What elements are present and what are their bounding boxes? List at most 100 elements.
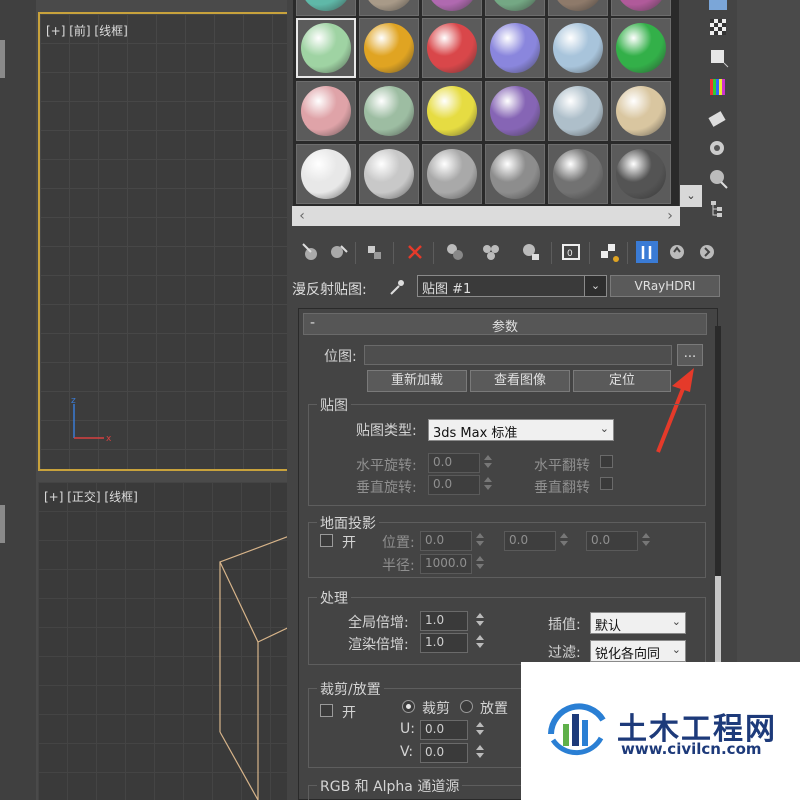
position-z-spinner[interactable]	[640, 531, 652, 551]
material-slot[interactable]	[548, 81, 608, 141]
bitmap-path-field[interactable]	[364, 345, 672, 365]
put-to-library-icon[interactable]	[519, 240, 543, 264]
h-rotate-spinner[interactable]	[482, 453, 494, 473]
background-checker-icon[interactable]	[707, 16, 729, 38]
material-sphere	[364, 149, 414, 199]
material-slot[interactable]	[422, 18, 482, 78]
toolbar-separator	[433, 242, 434, 264]
h-rotate-field[interactable]: 0.0	[428, 453, 480, 473]
material-slot[interactable]	[548, 144, 608, 204]
ortho-viewport[interactable]: [+] [正交] [线框]	[38, 482, 300, 800]
chevron-down-icon: ⌄	[599, 422, 609, 435]
material-sphere	[427, 86, 477, 136]
material-slot[interactable]	[359, 144, 419, 204]
svg-text:0: 0	[567, 249, 573, 259]
show-map-in-viewport-icon[interactable]	[597, 240, 621, 264]
v-flip-checkbox[interactable]	[600, 477, 613, 490]
material-slot[interactable]	[611, 144, 671, 204]
watermark-url: www.civilcn.com	[621, 740, 762, 758]
material-slot[interactable]	[548, 18, 608, 78]
position-z-field[interactable]: 0.0	[586, 531, 638, 551]
browse-bitmap-button[interactable]: ...	[677, 344, 703, 366]
material-slot[interactable]	[296, 144, 356, 204]
material-slot[interactable]	[485, 144, 545, 204]
go-to-parent-icon[interactable]	[665, 240, 689, 264]
global-mult-field[interactable]: 1.0	[420, 611, 468, 631]
ortho-viewport-label[interactable]: [+] [正交] [线框]	[44, 488, 138, 505]
render-mult-spinner[interactable]	[474, 633, 486, 653]
reload-button[interactable]: 重新加载	[367, 370, 467, 392]
view-image-button[interactable]: 查看图像	[470, 370, 570, 392]
position-x-spinner[interactable]	[474, 531, 486, 551]
u-spinner[interactable]	[474, 720, 486, 740]
material-slot[interactable]	[359, 81, 419, 141]
h-flip-checkbox[interactable]	[600, 455, 613, 468]
filter-select[interactable]: 锐化各向同 ⌄	[590, 640, 686, 662]
material-slot[interactable]	[296, 81, 356, 141]
scroll-left-icon[interactable]: ‹	[292, 206, 312, 226]
position-y-field[interactable]: 0.0	[504, 531, 556, 551]
material-slot[interactable]	[611, 0, 671, 16]
global-mult-spinner[interactable]	[474, 611, 486, 631]
chevron-down-icon[interactable]: ⌄	[584, 276, 606, 296]
u-field[interactable]: 0.0	[420, 720, 468, 740]
material-slot[interactable]	[359, 0, 419, 16]
material-sphere	[364, 23, 414, 73]
position-x-field[interactable]: 0.0	[420, 531, 472, 551]
watermark: 土木工程网 www.civilcn.com	[521, 662, 800, 800]
material-slot[interactable]	[422, 0, 482, 16]
make-unique-icon[interactable]	[479, 240, 503, 264]
radius-spinner[interactable]	[474, 554, 486, 574]
v-field[interactable]: 0.0	[420, 743, 468, 763]
map-type-button[interactable]: VRayHDRI	[610, 275, 720, 297]
put-material-icon[interactable]	[327, 240, 351, 264]
rollout-header[interactable]: - 参数	[303, 313, 707, 335]
v-rotate-spinner[interactable]	[482, 475, 494, 495]
assign-material-icon[interactable]	[363, 240, 387, 264]
material-id-channel-icon[interactable]: 0	[559, 240, 583, 264]
interpolation-select[interactable]: 默认 ⌄	[590, 612, 686, 634]
ground-on-checkbox[interactable]	[320, 534, 333, 547]
material-slot[interactable]	[422, 144, 482, 204]
crop-radio[interactable]	[402, 700, 415, 713]
slot-scroll-down-button[interactable]: ⌄	[680, 185, 702, 207]
material-slot[interactable]	[485, 81, 545, 141]
material-slot[interactable]	[611, 18, 671, 78]
crop-on-checkbox[interactable]	[320, 704, 333, 717]
make-preview-icon[interactable]	[707, 108, 729, 130]
radius-field[interactable]: 1000.0	[420, 554, 472, 574]
video-color-check-icon[interactable]	[707, 76, 729, 98]
slot-horizontal-scrollbar[interactable]: ‹ ›	[292, 206, 680, 226]
position-y-spinner[interactable]	[558, 531, 570, 551]
material-map-navigator-icon[interactable]	[707, 198, 729, 220]
render-mult-field[interactable]: 1.0	[420, 633, 468, 653]
scroll-right-icon[interactable]: ›	[660, 206, 680, 226]
material-slot[interactable]	[548, 0, 608, 16]
axis-x-label: x	[106, 434, 112, 444]
material-slot[interactable]	[485, 0, 545, 16]
material-slot[interactable]	[422, 81, 482, 141]
v-rotate-field[interactable]: 0.0	[428, 475, 480, 495]
material-slot[interactable]	[485, 18, 545, 78]
filter-value: 锐化各向同	[595, 647, 661, 662]
material-sphere	[553, 0, 603, 11]
v-spinner[interactable]	[474, 743, 486, 763]
front-viewport[interactable]: [+] [前] [线框] z x	[38, 12, 308, 471]
options-icon[interactable]	[707, 138, 729, 160]
map-name-field[interactable]: 贴图 #1 ⌄	[417, 275, 607, 297]
get-material-icon[interactable]	[299, 240, 323, 264]
select-by-material-icon[interactable]	[707, 168, 729, 190]
copy-material-icon[interactable]	[443, 240, 467, 264]
map-type-select[interactable]: 3ds Max 标准 ⌄	[428, 419, 614, 441]
reset-map-icon[interactable]	[403, 240, 427, 264]
place-radio[interactable]	[460, 700, 473, 713]
front-viewport-label[interactable]: [+] [前] [线框]	[46, 22, 128, 39]
material-slot[interactable]	[296, 18, 356, 78]
show-end-result-icon[interactable]	[635, 240, 659, 264]
eyedropper-icon[interactable]	[388, 277, 406, 297]
material-slot[interactable]	[359, 18, 419, 78]
sample-uv-tiling-icon[interactable]	[707, 46, 729, 68]
material-slot[interactable]	[611, 81, 671, 141]
material-slot[interactable]	[296, 0, 356, 16]
go-forward-to-sibling-icon[interactable]	[695, 240, 719, 264]
